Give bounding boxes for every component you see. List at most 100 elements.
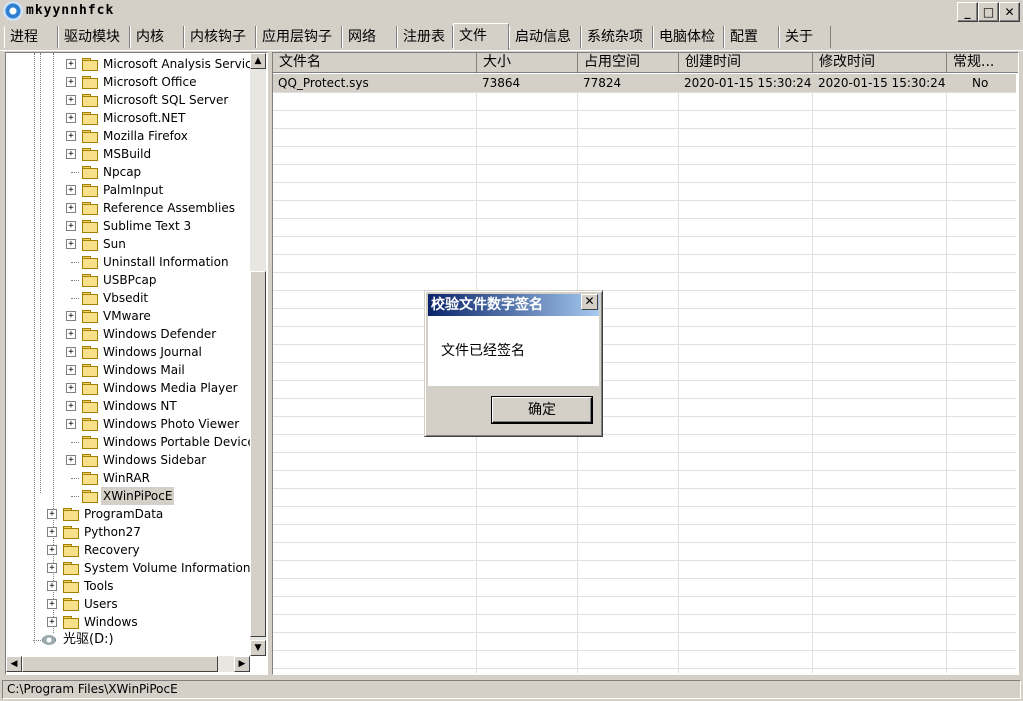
tab-startup-info[interactable]: 启动信息: [509, 26, 581, 48]
tree-item[interactable]: + Microsoft Office: [6, 73, 250, 91]
tree-item[interactable]: + Windows: [6, 613, 250, 631]
tree-item[interactable]: + Microsoft Analysis Services: [6, 55, 265, 73]
tree-item[interactable]: + Tools: [6, 577, 250, 595]
expand-plus-icon[interactable]: +: [66, 95, 76, 105]
dialog-close-icon[interactable]: ✕: [581, 294, 598, 310]
scroll-down-icon[interactable]: ▼: [250, 640, 266, 656]
expand-plus-icon[interactable]: +: [66, 185, 76, 195]
expand-plus-icon[interactable]: +: [47, 599, 57, 609]
tree-item[interactable]: + Reference Assemblies: [6, 199, 250, 217]
grid-row-line: [273, 92, 1016, 93]
tab-kernel[interactable]: 内核: [130, 26, 184, 48]
column-header-modified[interactable]: 修改时间: [813, 53, 947, 73]
scroll-up-icon[interactable]: ▲: [250, 53, 266, 69]
tab-process[interactable]: 进程: [4, 26, 58, 48]
tab-config[interactable]: 配置: [724, 26, 779, 48]
tree-vscroll-thumb[interactable]: [250, 271, 266, 637]
tree-item[interactable]: Windows Portable Devices: [6, 433, 261, 451]
window-title: mkyynnhfck: [26, 3, 115, 18]
expand-plus-icon[interactable]: +: [66, 239, 76, 249]
tree-item[interactable]: + Windows Sidebar: [6, 451, 250, 469]
scroll-right-icon[interactable]: ▶: [234, 656, 250, 672]
tree-item[interactable]: XWinPiPocE: [6, 487, 250, 505]
scroll-left-icon[interactable]: ◀: [6, 656, 22, 672]
expand-plus-icon[interactable]: +: [66, 311, 76, 321]
column-header-created[interactable]: 创建时间: [679, 53, 813, 73]
tab-file[interactable]: 文件: [453, 23, 509, 50]
expand-plus-icon[interactable]: +: [66, 149, 76, 159]
tree-item[interactable]: + Sun: [6, 235, 250, 253]
tree-item[interactable]: + Mozilla Firefox: [6, 127, 250, 145]
tree-item-label: WinRAR: [103, 471, 150, 485]
tree-item[interactable]: + Recovery: [6, 541, 250, 559]
expand-plus-icon[interactable]: +: [47, 617, 57, 627]
grid-col-line: [946, 73, 947, 673]
tree-item[interactable]: + Windows Mail: [6, 361, 250, 379]
tree-item[interactable]: + Microsoft.NET: [6, 109, 250, 127]
expand-plus-icon[interactable]: +: [47, 545, 57, 555]
close-button[interactable]: ✕: [999, 2, 1020, 22]
expand-plus-icon[interactable]: +: [66, 365, 76, 375]
tree-connector: [71, 172, 79, 174]
tree-item[interactable]: + Sublime Text 3: [6, 217, 250, 235]
expand-plus-icon[interactable]: +: [66, 329, 76, 339]
tree-item[interactable]: Vbsedit: [6, 289, 250, 307]
tree-item[interactable]: + System Volume Information: [6, 559, 250, 577]
tree-item[interactable]: Uninstall Information: [6, 253, 250, 271]
tree-vscrollbar[interactable]: ▲ ▼: [250, 53, 266, 656]
tree-item[interactable]: + VMware: [6, 307, 250, 325]
column-header-size[interactable]: 大小: [477, 53, 578, 73]
tree-item-label: Microsoft SQL Server: [103, 93, 229, 107]
folder-tree[interactable]: + Microsoft Analysis Services + Microsoft O…: [5, 52, 268, 675]
expand-plus-icon[interactable]: +: [47, 581, 57, 591]
expand-plus-icon[interactable]: +: [66, 455, 76, 465]
column-header-disk-usage[interactable]: 占用空间: [578, 53, 679, 73]
expand-plus-icon[interactable]: +: [66, 347, 76, 357]
tree-item[interactable]: + Microsoft SQL Server: [6, 91, 250, 109]
expand-plus-icon[interactable]: +: [47, 527, 57, 537]
expand-plus-icon[interactable]: +: [47, 563, 57, 573]
expand-plus-icon[interactable]: +: [66, 131, 76, 141]
tree-connector: [71, 298, 79, 300]
tab-pc-checkup[interactable]: 电脑体检: [653, 26, 724, 48]
tree-item[interactable]: + Windows Journal: [6, 343, 250, 361]
expand-plus-icon[interactable]: +: [66, 59, 76, 69]
expand-plus-icon[interactable]: +: [66, 77, 76, 87]
expand-plus-icon[interactable]: +: [66, 401, 76, 411]
tab-network[interactable]: 网络: [342, 26, 397, 48]
tab-kernel-hooks[interactable]: 内核钩子: [184, 26, 256, 48]
tab-system-misc[interactable]: 系统杂项: [581, 26, 653, 48]
tree-item[interactable]: + Windows NT: [6, 397, 250, 415]
tree-item[interactable]: Npcap: [6, 163, 250, 181]
ok-button[interactable]: 确定: [492, 397, 592, 423]
tree-item[interactable]: + ProgramData: [6, 505, 250, 523]
tree-item-label: Sun: [103, 237, 126, 251]
expand-plus-icon[interactable]: +: [66, 113, 76, 123]
tree-item[interactable]: + MSBuild: [6, 145, 250, 163]
tree-hscrollbar[interactable]: ◀ ▶: [6, 656, 250, 672]
file-list[interactable]: 文件名 大小 占用空间 创建时间 修改时间 常规... QQ_Protect.s…: [272, 52, 1019, 675]
tree-item[interactable]: + Windows Defender: [6, 325, 250, 343]
tree-item-drive[interactable]: 光驱(D:): [6, 631, 250, 649]
column-header-normal[interactable]: 常规...: [947, 53, 1018, 73]
tab-about[interactable]: 关于: [779, 26, 831, 48]
tree-item[interactable]: + Python27: [6, 523, 250, 541]
tree-item[interactable]: + PalmInput: [6, 181, 250, 199]
expand-plus-icon[interactable]: +: [66, 203, 76, 213]
maximize-button[interactable]: □: [978, 2, 999, 22]
expand-plus-icon[interactable]: +: [66, 221, 76, 231]
tree-item[interactable]: + Windows Photo Viewer: [6, 415, 250, 433]
expand-plus-icon[interactable]: +: [66, 383, 76, 393]
minimize-button[interactable]: _: [957, 2, 978, 22]
tab-registry[interactable]: 注册表: [397, 26, 453, 48]
tree-item[interactable]: + Windows Media Player: [6, 379, 250, 397]
tree-hscroll-thumb[interactable]: [22, 656, 218, 672]
expand-plus-icon[interactable]: +: [47, 509, 57, 519]
tree-item[interactable]: + Users: [6, 595, 250, 613]
tree-item[interactable]: USBPcap: [6, 271, 250, 289]
column-header-filename[interactable]: 文件名: [273, 53, 477, 73]
expand-plus-icon[interactable]: +: [66, 419, 76, 429]
tab-app-hooks[interactable]: 应用层钩子: [256, 26, 342, 48]
tab-driver-modules[interactable]: 驱动模块: [58, 26, 130, 48]
tree-item[interactable]: WinRAR: [6, 469, 250, 487]
